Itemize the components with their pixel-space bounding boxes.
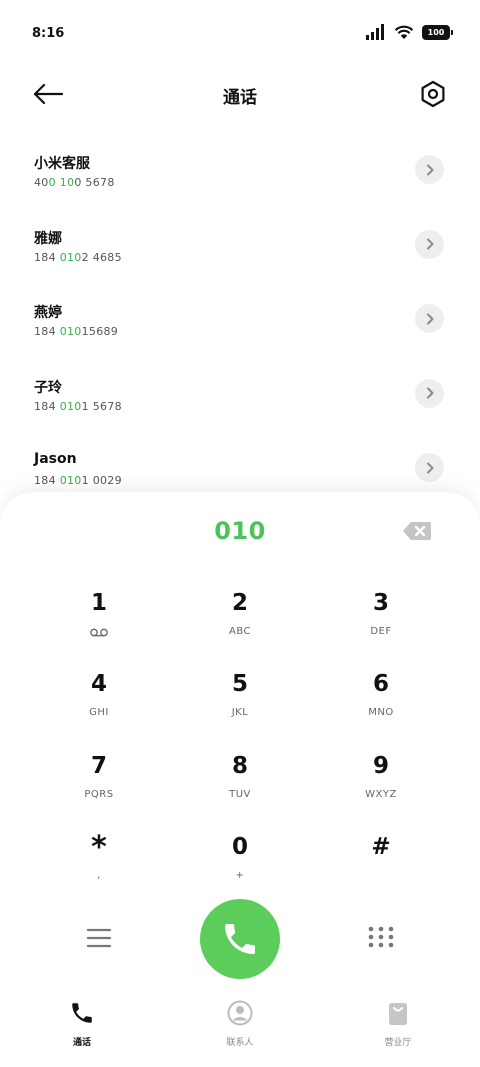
key-letters: WXYZ <box>365 789 397 800</box>
key-digit: 1 <box>90 590 107 616</box>
nav-label: 联系人 <box>226 1038 254 1048</box>
key-9[interactable]: 9 WXYZ <box>326 745 436 815</box>
key-digit: 7 <box>90 753 107 779</box>
contact-name: 雅娜 <box>34 230 62 247</box>
key-1[interactable]: 1 <box>44 582 154 652</box>
key-digit: * <box>91 830 107 865</box>
contact-name: 小米客服 <box>34 156 90 172</box>
contact-list: 小米客服 400 100 5678 雅娜 184 0102 4685 燕婷 18… <box>0 135 480 508</box>
backspace-icon[interactable] <box>402 521 432 541</box>
key-letters: MNO <box>368 707 394 718</box>
chevron-right-icon <box>426 313 433 324</box>
signal-icon <box>366 24 384 40</box>
nav-item-contacts[interactable]: 联系人 <box>180 995 300 1055</box>
nav-item-calls[interactable]: 通话 <box>22 995 142 1055</box>
chevron-right-icon <box>426 238 433 250</box>
key-digit: 0 <box>231 834 248 860</box>
contact-detail-button[interactable] <box>415 304 444 333</box>
contact-number: 400 100 5678 <box>34 176 115 189</box>
contact-number: 184 01015689 <box>34 325 119 338</box>
contact-detail-button[interactable] <box>415 378 444 408</box>
key-4[interactable]: 4 GHI <box>44 663 154 733</box>
keypad-grid-icon[interactable] <box>368 926 394 952</box>
key-6[interactable]: 6 MNO <box>326 663 436 733</box>
key-letters: PQRS <box>84 789 114 800</box>
bottom-nav: 通话 联系人 营业厅 <box>0 995 480 1067</box>
contact-name: Jason <box>34 451 77 467</box>
chevron-right-icon <box>426 387 433 399</box>
chevron-right-icon <box>426 462 433 473</box>
key-digit: 2 <box>231 590 248 616</box>
status-bar: 8:16 100 <box>0 0 480 66</box>
status-icons: 100 <box>366 24 453 40</box>
phone-icon <box>225 924 255 954</box>
key-digit: # <box>371 834 391 860</box>
battery-icon: 100 <box>422 24 453 40</box>
page-title: 通话 <box>223 88 257 108</box>
key-letters: + <box>235 870 245 881</box>
shopping-bag-icon <box>389 1003 407 1025</box>
key-7[interactable]: 7 PQRS <box>44 745 154 815</box>
contact-row[interactable]: 燕婷 184 01015689 <box>0 284 480 359</box>
key-digit: 6 <box>372 671 389 697</box>
call-button[interactable] <box>200 899 280 979</box>
key-letters: JKL <box>231 707 249 718</box>
voicemail-icon <box>90 628 108 637</box>
wifi-icon <box>394 25 414 39</box>
contact-number: 184 0101 0029 <box>34 474 122 487</box>
battery-level: 100 <box>427 27 445 37</box>
contact-name: 燕婷 <box>34 305 62 321</box>
nav-label: 营业厅 <box>384 1038 412 1048</box>
key-5[interactable]: 5 JKL <box>185 663 295 733</box>
key-2[interactable]: 2 ABC <box>185 582 295 652</box>
nav-label: 通话 <box>72 1038 91 1048</box>
key-8[interactable]: 8 TUV <box>185 745 295 815</box>
contact-row[interactable]: 子玲 184 0101 5678 <box>0 359 480 434</box>
contact-name: 子玲 <box>34 379 62 396</box>
key-digit: 5 <box>231 671 248 697</box>
dialer-panel: 010 1 2 ABC 3 DEF 4 GHI 5 JKL 6 MNO 7 PQ… <box>0 492 480 1067</box>
key-letters: TUV <box>229 789 251 800</box>
contact-detail-button[interactable] <box>415 229 444 259</box>
key-letters: ABC <box>228 626 251 637</box>
contact-number: 184 0102 4685 <box>34 250 122 264</box>
key-letters: DEF <box>370 626 392 637</box>
chevron-right-icon <box>426 164 433 175</box>
key-hash[interactable]: # <box>326 826 436 896</box>
key-3[interactable]: 3 DEF <box>326 582 436 652</box>
contact-row[interactable]: 雅娜 184 0102 4685 <box>0 210 480 285</box>
key-letters: , <box>97 870 101 881</box>
key-letters: GHI <box>89 707 109 718</box>
key-digit: 9 <box>372 753 389 779</box>
menu-icon[interactable] <box>86 927 112 949</box>
key-digit: 3 <box>372 590 389 616</box>
contact-number: 184 0101 5678 <box>34 399 122 413</box>
header: 通话 <box>0 66 480 122</box>
settings-button[interactable] <box>416 77 450 111</box>
phone-icon <box>72 1003 92 1023</box>
key-0[interactable]: 0 + <box>185 826 295 896</box>
status-time: 8:16 <box>32 26 65 41</box>
contact-row[interactable]: 小米客服 400 100 5678 <box>0 135 480 210</box>
person-icon <box>227 1000 253 1026</box>
nav-item-store[interactable]: 营业厅 <box>338 995 458 1055</box>
key-star[interactable]: * , <box>44 826 154 896</box>
key-digit: 4 <box>90 671 107 697</box>
key-digit: 8 <box>231 753 248 779</box>
settings-hexagon-icon <box>421 80 445 108</box>
contact-detail-button[interactable] <box>415 155 444 184</box>
contact-detail-button[interactable] <box>415 453 444 482</box>
